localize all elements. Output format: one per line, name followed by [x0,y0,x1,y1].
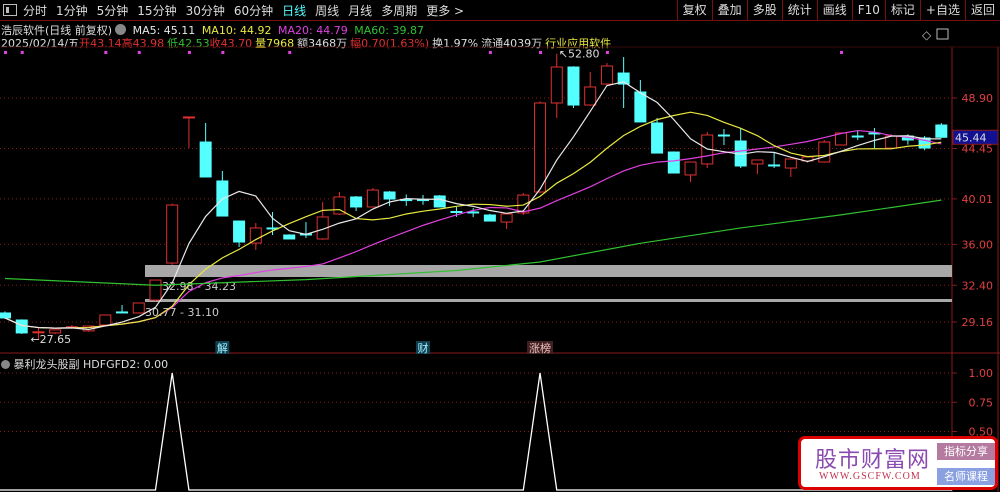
watermark-title: 股市财富网 [815,448,931,473]
candle-up [132,302,145,314]
sub-tick-label: 0.75 [969,396,994,409]
event-marker: 解 [217,341,228,355]
price-tick-label: 48.90 [962,92,994,105]
candle-up [600,65,613,85]
signal-dot [488,51,492,54]
signal-dot [605,51,609,54]
candle-up [366,189,379,208]
candle-up [99,314,112,326]
collapse-icon[interactable] [1,360,10,369]
price-tick-label: 40.01 [962,193,994,206]
candle-down [0,312,11,319]
signal-dot [4,51,7,54]
sub-tick-label: 1.00 [969,367,994,380]
candle-up [684,161,697,176]
candle-up [534,102,547,193]
candle-up [818,141,831,163]
signal-dot [104,51,108,54]
event-marker: 财 [418,341,429,355]
candle-down [233,220,246,243]
candle-down [483,214,496,222]
candle-up [149,279,162,301]
candle-down [851,135,864,138]
watermark-tag-course: 名师课程 [937,468,995,485]
low-price-label: ←27.65 [30,333,71,346]
candle-down [283,234,296,240]
signal-dot [137,51,141,54]
event-marker: 涨榜 [529,341,551,355]
price-tick-label: 29.16 [962,316,994,329]
candle-up [751,159,764,165]
candle-down [450,211,463,213]
candle-down [567,66,580,106]
candle-up [500,213,513,223]
support-zone-bar [145,299,952,302]
price-tick-label: 32.40 [962,279,994,292]
candle-up [550,66,563,104]
candle-down [634,91,647,123]
candle-up [784,158,797,169]
candle-up [182,116,195,119]
candle-up [166,204,179,264]
candle-down [651,122,664,154]
candle-down [667,151,680,174]
candle-down [199,141,212,178]
watermark-logo: 股市财富网 WWW.GSCFW.COM 指标分享 名师课程 [798,436,998,490]
panel-toggle-icon [936,28,949,40]
ma5-line [4,81,942,331]
candle-down [717,134,730,137]
signal-dot [288,51,292,54]
signal-dot [187,51,191,54]
price-tick-label: 36.00 [962,238,994,251]
signal-dot [20,51,24,54]
candle-down [935,124,948,138]
candle-down [116,311,129,314]
high-price-label: ↖52.80 [559,48,600,61]
candle-up [885,135,898,149]
signal-dot [840,51,843,54]
candle-up [249,227,262,244]
diamond-icon: ◇ [922,28,932,42]
current-price-label: 45.44 [955,131,987,144]
indicator-name: 暴利龙头股副 [13,358,80,371]
candle-down [383,191,396,200]
candle-down [768,164,781,167]
candle-down [433,195,446,208]
indicator-value: HDFGFD2: 0.00 [83,358,169,371]
kline-chart[interactable]: ◇48.9044.4540.0136.0032.4029.1632.98 - 3… [0,0,1000,492]
watermark-tag-indicator: 指标分享 [937,443,995,460]
signal-dot [221,51,225,54]
candle-up [584,86,597,106]
candle-down [467,211,480,214]
signal-dot [539,51,543,54]
candle-down [350,196,363,208]
sub-indicator-label: 暴利龙头股副 HDFGFD2: 0.00 [1,356,168,372]
watermark-url: WWW.GSCFW.COM [819,471,921,482]
